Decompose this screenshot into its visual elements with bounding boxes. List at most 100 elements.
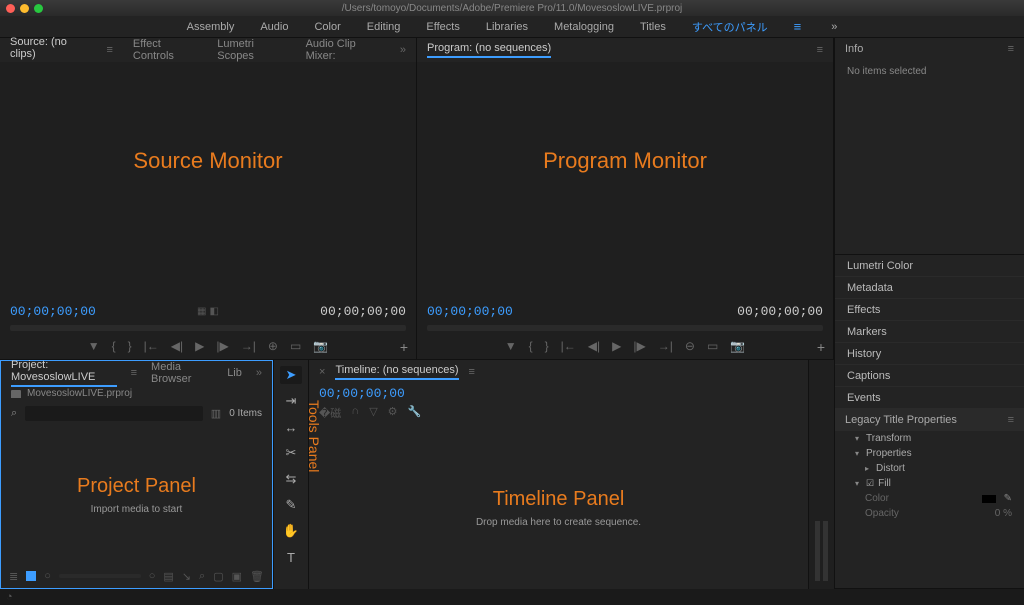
side-panel-lumetri-color[interactable]: Lumetri Color	[835, 255, 1024, 277]
zoom-slider-max[interactable]: ○	[149, 570, 156, 582]
tab-project[interactable]: Project: MovesoslowLIVE	[11, 359, 117, 387]
button-editor-icon[interactable]: +	[817, 339, 825, 355]
export-frame-icon[interactable]: 📷	[730, 339, 745, 353]
ltp-distort[interactable]: Distort	[876, 463, 905, 474]
timeline-timecode[interactable]: 00;00;00;00	[319, 386, 405, 401]
go-to-out-icon[interactable]: →|	[241, 339, 256, 353]
mark-in-icon[interactable]: ▼	[88, 339, 100, 353]
workspace-metalogging[interactable]: Metalogging	[554, 21, 614, 33]
settings-icon[interactable]: ⚙	[388, 405, 398, 421]
step-fwd-icon[interactable]: |▶	[633, 339, 645, 353]
side-panel-captions[interactable]: Captions	[835, 365, 1024, 387]
color-swatch[interactable]	[982, 495, 996, 503]
selection-tool[interactable]: ➤	[280, 366, 302, 384]
go-to-in-icon[interactable]: |←	[144, 339, 159, 353]
zoom-slider[interactable]	[59, 574, 141, 578]
insert-icon[interactable]: ⊕	[268, 339, 278, 353]
tabs-overflow-icon[interactable]: »	[400, 44, 406, 56]
workspace-effects[interactable]: Effects	[426, 21, 459, 33]
panel-menu-icon[interactable]: ≡	[817, 44, 823, 56]
workspace-editing[interactable]: Editing	[367, 21, 401, 33]
half-icon[interactable]: ◧	[210, 306, 219, 317]
new-bin-icon[interactable]: ▥	[211, 407, 221, 420]
icon-view-icon[interactable]	[26, 571, 36, 581]
panel-menu-icon[interactable]: ≡	[131, 367, 137, 379]
workspace-audio[interactable]: Audio	[260, 21, 288, 33]
play-icon[interactable]: ▶	[612, 339, 621, 353]
step-back-icon[interactable]: ◀|	[171, 339, 183, 353]
sort-icon[interactable]: ▤	[163, 570, 173, 583]
mark-out-bracket[interactable]: }	[128, 339, 132, 353]
trash-icon[interactable]: 🗑	[250, 570, 264, 583]
hand-tool[interactable]: ✋	[280, 522, 302, 540]
extract-icon[interactable]: ▭	[707, 339, 718, 353]
ltp-opacity-value[interactable]: 0 %	[995, 508, 1012, 519]
info-panel-title[interactable]: Info	[845, 43, 863, 55]
checkbox-icon[interactable]: ☑	[866, 478, 874, 489]
new-bin-button[interactable]: ▢	[213, 570, 223, 583]
tab-program[interactable]: Program: (no sequences)	[427, 42, 551, 58]
workspace-color[interactable]: Color	[314, 21, 340, 33]
close-window-button[interactable]	[6, 4, 15, 13]
workspace-libraries[interactable]: Libraries	[486, 21, 528, 33]
lift-icon[interactable]: ⊖	[685, 339, 695, 353]
ltp-fill[interactable]: Fill	[878, 478, 891, 489]
program-scrubber[interactable]	[427, 325, 823, 331]
ltp-transform[interactable]: Transform	[866, 433, 911, 444]
workspace-assembly[interactable]: Assembly	[187, 21, 235, 33]
tabs-overflow-icon[interactable]: »	[256, 367, 262, 379]
side-panel-markers[interactable]: Markers	[835, 321, 1024, 343]
step-back-icon[interactable]: ◀|	[588, 339, 600, 353]
button-editor-icon[interactable]: +	[400, 339, 408, 355]
automate-icon[interactable]: ↘	[182, 570, 191, 583]
wrench-icon[interactable]: 🔧	[408, 405, 422, 421]
play-icon[interactable]: ▶	[195, 339, 204, 353]
marker-icon[interactable]: ▽	[369, 405, 377, 421]
panel-menu-icon[interactable]: ≡	[107, 44, 113, 56]
tab-media-browser[interactable]: Media Browser	[151, 361, 213, 385]
workspace-menu-icon[interactable]: ≡	[794, 19, 802, 34]
snap-icon[interactable]: �磁	[319, 405, 341, 421]
caret-down-icon[interactable]: ▾	[855, 449, 859, 458]
workspace-overflow-icon[interactable]: »	[831, 21, 837, 33]
zoom-slider-min[interactable]: ○	[44, 570, 51, 582]
export-frame-icon[interactable]: 📷	[313, 339, 328, 353]
panel-menu-icon[interactable]: ≡	[1008, 414, 1014, 426]
project-search-input[interactable]	[25, 406, 203, 421]
zoom-window-button[interactable]	[34, 4, 43, 13]
source-scrubber[interactable]	[10, 325, 406, 331]
linked-selection-icon[interactable]: ∩	[351, 405, 359, 421]
source-timecode-left[interactable]: 00;00;00;00	[10, 304, 96, 319]
eyedropper-icon[interactable]: ✎	[1004, 493, 1012, 504]
go-to-in-icon[interactable]: |←	[561, 339, 576, 353]
tab-source[interactable]: Source: (no clips)	[10, 36, 87, 64]
type-tool[interactable]: T	[280, 548, 302, 566]
legacy-title-header[interactable]: Legacy Title Properties	[845, 414, 957, 426]
side-panel-metadata[interactable]: Metadata	[835, 277, 1024, 299]
ripple-edit-tool[interactable]: ↔	[280, 418, 302, 436]
caret-down-icon[interactable]: ▾	[855, 479, 859, 488]
step-fwd-icon[interactable]: |▶	[216, 339, 228, 353]
mark-in-icon[interactable]: ▼	[505, 339, 517, 353]
panel-menu-icon[interactable]: ≡	[1008, 43, 1014, 55]
tab-timeline[interactable]: Timeline: (no sequences)	[335, 364, 458, 380]
tab-libraries[interactable]: Lib	[227, 367, 242, 379]
razor-tool[interactable]: ✂	[280, 444, 302, 462]
caret-down-icon[interactable]: ▾	[855, 434, 859, 443]
fit-icon[interactable]: ▦	[197, 306, 206, 317]
workspace-titles[interactable]: Titles	[640, 21, 666, 33]
caret-right-icon[interactable]: ▸	[865, 464, 869, 473]
track-select-tool[interactable]: ⇥	[280, 392, 302, 410]
overwrite-icon[interactable]: ▭	[290, 339, 301, 353]
program-timecode-left[interactable]: 00;00;00;00	[427, 304, 513, 319]
workspace-active[interactable]: すべてのパネル	[692, 19, 768, 35]
tab-audio-clip-mixer[interactable]: Audio Clip Mixer:	[306, 38, 380, 62]
side-panel-events[interactable]: Events	[835, 387, 1024, 409]
audio-meter[interactable]	[808, 360, 834, 589]
panel-menu-icon[interactable]: ≡	[469, 366, 475, 378]
side-panel-effects[interactable]: Effects	[835, 299, 1024, 321]
mark-in-bracket[interactable]: {	[529, 339, 533, 353]
find-icon[interactable]: ⌕	[199, 570, 205, 583]
mark-out-bracket[interactable]: }	[545, 339, 549, 353]
pen-tool[interactable]: ✎	[280, 496, 302, 514]
